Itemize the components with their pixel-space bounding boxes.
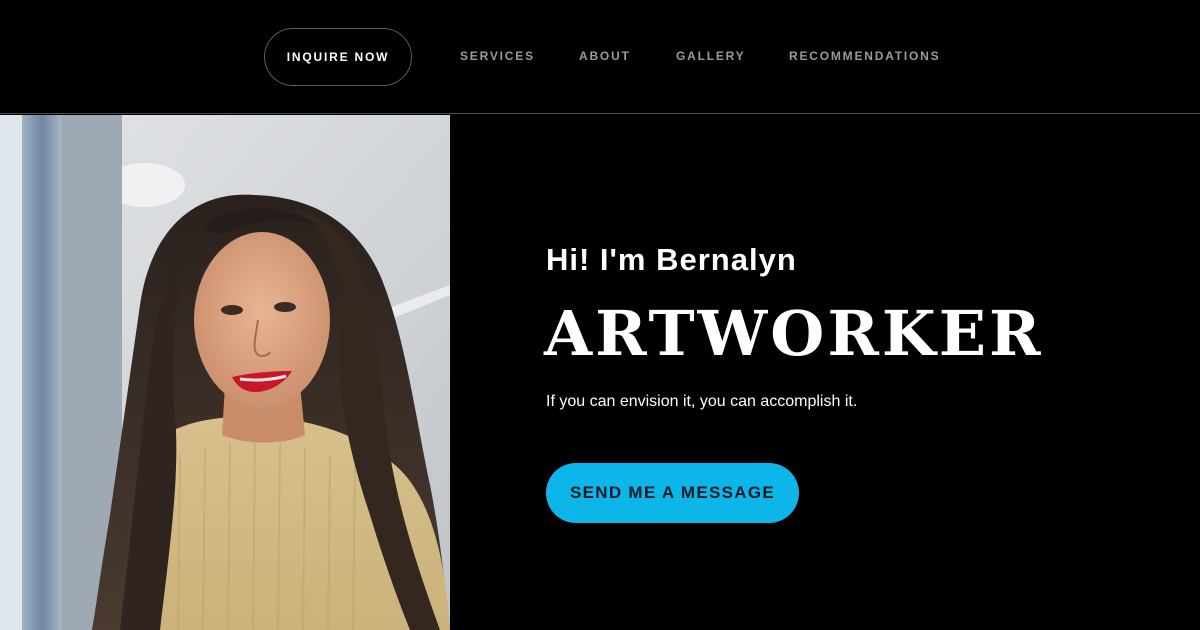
site-header: INQUIRE NOW SERVICES ABOUT GALLERY RECOM… [0,0,1200,114]
profile-photo [0,115,450,630]
inquire-now-button[interactable]: INQUIRE NOW [264,28,412,86]
landing-page: INQUIRE NOW SERVICES ABOUT GALLERY RECOM… [0,0,1200,630]
hero-tagline: If you can envision it, you can accompli… [546,393,858,410]
nav-link-gallery[interactable]: GALLERY [676,49,746,63]
nav-link-about[interactable]: ABOUT [579,49,631,63]
send-message-button[interactable]: SEND ME A MESSAGE [546,463,799,523]
hero-role-title: ARTWORKER [544,297,1044,370]
nav-link-recommendations[interactable]: RECOMMENDATIONS [789,49,940,63]
hero-greeting: Hi! I'm Bernalyn [546,242,797,277]
nav-link-services[interactable]: SERVICES [460,49,535,63]
